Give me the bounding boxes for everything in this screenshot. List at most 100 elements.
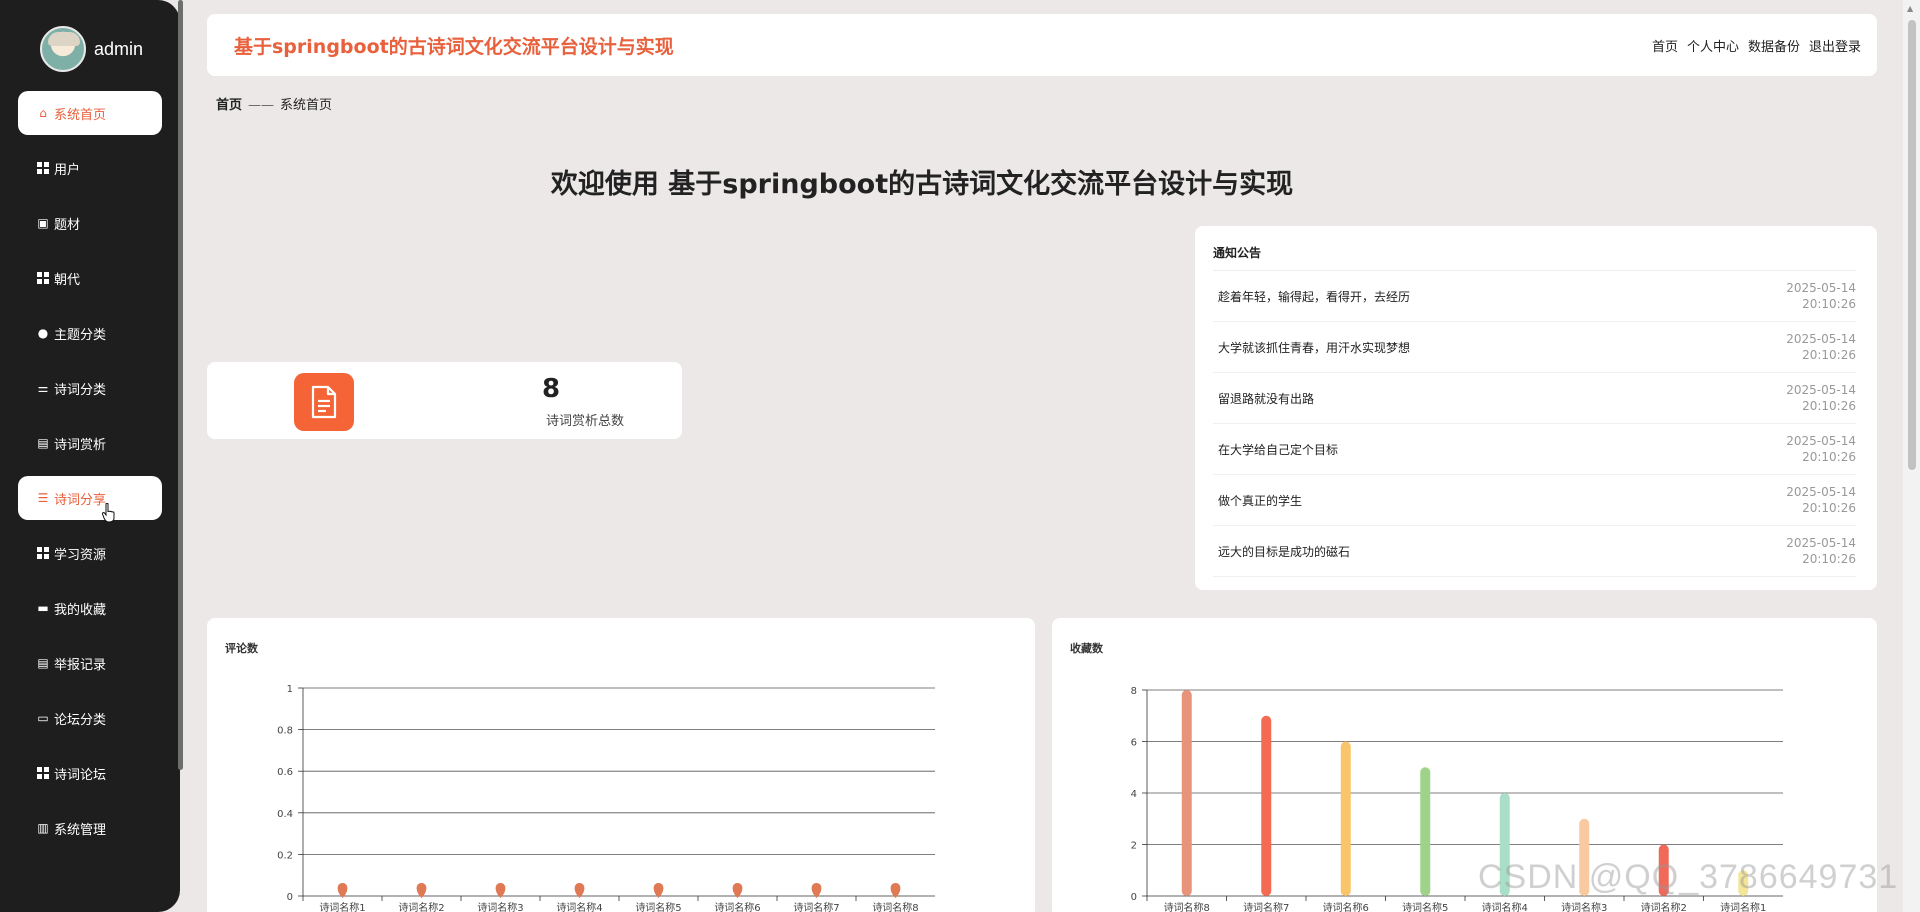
x-tick-label: 诗词名称6 [1323,901,1369,912]
sidebar: admin ⌂ 系统首页用户 ▣ 题材朝代 ● 主题分类 ⚌ 诗词分类 ▤ 诗词赏析 ☰ 诗词分享学习… [0,0,183,912]
x-tick-label: 诗词名称4 [556,901,602,912]
stat-value: 8 [542,374,561,404]
notice-clock: 20:10:26 [1802,297,1856,311]
notice-date: 2025-05-14 [1786,281,1856,295]
sidebar-item-label: 用户 [54,162,81,178]
grid-icon [36,271,50,285]
y-tick-label: 8 [1131,686,1137,697]
sidebar-item-4[interactable]: ● 主题分类 [18,311,162,355]
notice-time: 2025-05-14 20:10:26 [1786,433,1856,465]
nav-profile[interactable]: 个人中心 [1687,36,1739,55]
notice-item[interactable]: 做个真正的学生 2025-05-14 20:10:26 [1213,475,1856,526]
x-tick-label: 诗词名称2 [398,901,444,912]
x-tick-label: 诗词名称8 [872,901,918,912]
nav-logout[interactable]: 退出登录 [1809,36,1861,55]
notice-clock: 20:10:26 [1802,501,1856,515]
notice-clock: 20:10:26 [1802,450,1856,464]
sidebar-item-0[interactable]: ⌂ 系统首页 [18,91,162,135]
sidebar-item-6[interactable]: ▤ 诗词赏析 [18,421,162,465]
sidebar-item-label: 朝代 [54,272,81,288]
nav-home[interactable]: 首页 [1652,36,1678,55]
sidebar-item-3[interactable]: 朝代 [18,256,162,300]
notice-time: 2025-05-14 20:10:26 [1786,331,1856,363]
notice-list: 趁着年轻，输得起，看得开，去经历 2025-05-14 20:10:26 大学就该抓住… [1213,271,1856,577]
avatar[interactable] [40,26,86,72]
page-scroll-thumb[interactable] [1908,20,1916,470]
x-tick-label: 诗词名称7 [1243,901,1289,912]
x-tick-label: 诗词名称8 [1164,901,1210,912]
x-tick-label: 诗词名称1 [319,901,365,912]
notice-date: 2025-05-14 [1786,536,1856,550]
notice-clock: 20:10:26 [1802,399,1856,413]
sidebar-scroll-thumb[interactable] [178,0,183,770]
notice-item[interactable]: 远大的目标是成功的磁石 2025-05-14 20:10:26 [1213,526,1856,577]
x-tick-label: 诗词名称6 [714,901,760,912]
nav-backup[interactable]: 数据备份 [1748,36,1800,55]
notice-panel: 通知公告 趁着年轻，输得起，看得开，去经历 2025-05-14 20:10:26 大… [1195,226,1877,590]
sidebar-item-7[interactable]: ☰ 诗词分享 [18,476,162,520]
bulb-icon: ● [37,326,49,340]
sidebar-item-label: 论坛分类 [54,712,107,728]
bar[interactable] [1420,767,1431,896]
notice-date: 2025-05-14 [1786,434,1856,448]
list-icon: ☰ [37,491,49,505]
sidebar-item-label: 题材 [54,217,81,233]
sidebar-item-9[interactable]: ▬ 我的收藏 [18,586,162,630]
sidebar-item-10[interactable]: ▤ 举报记录 [18,641,162,685]
sidebar-item-11[interactable]: ▭ 论坛分类 [18,696,162,740]
breadcrumb-separator: —— [248,98,275,113]
grid-icon [36,161,50,175]
clipboard-icon: ▤ [37,656,49,670]
notice-text: 留退路就没有出路 [1218,391,1315,406]
stat-label: 诗词赏析总数 [545,414,624,429]
stat-card: 8 诗词赏析总数 [207,362,682,439]
notice-text: 在大学给自己定个目标 [1218,442,1339,457]
sidebar-item-2[interactable]: ▣ 题材 [18,201,162,245]
sidebar-item-label: 主题分类 [54,327,107,343]
page-scrollbar[interactable]: ▲ [1903,0,1920,912]
bar[interactable] [1181,690,1192,896]
notice-text: 趁着年轻，输得起，看得开，去经历 [1218,289,1411,304]
x-tick-label: 诗词名称5 [635,901,681,912]
notice-clock: 20:10:26 [1802,552,1856,566]
scroll-up-icon[interactable]: ▲ [1907,4,1913,13]
y-tick-label: 6 [1131,738,1137,749]
notice-item[interactable]: 大学就该抓住青春，用汗水实现梦想 2025-05-14 20:10:26 [1213,322,1856,373]
y-tick-label: 0 [1131,892,1137,903]
sidebar-item-label: 我的收藏 [54,602,107,618]
y-tick-label: 0 [287,892,293,903]
notice-title: 通知公告 [1213,226,1856,271]
sidebar-item-8[interactable]: 学习资源 [18,531,162,575]
image-icon: ▣ [37,216,49,230]
clipboard-icon: ▤ [37,436,49,450]
sidebar-item-label: 系统管理 [54,822,107,838]
sidebar-item-12[interactable]: 诗词论坛 [18,751,162,795]
notice-date: 2025-05-14 [1786,332,1856,346]
y-tick-label: 0.6 [277,767,293,778]
notice-time: 2025-05-14 20:10:26 [1786,535,1856,567]
notice-item[interactable]: 在大学给自己定个目标 2025-05-14 20:10:26 [1213,424,1856,475]
breadcrumb: 首页 —— 系统首页 [216,94,332,113]
header-nav: 首页 个人中心 数据备份 退出登录 [1652,36,1861,55]
grid-icon [36,766,50,780]
sidebar-item-5[interactable]: ⚌ 诗词分类 [18,366,162,410]
welcome-heading: 欢迎使用 基于springboot的古诗词文化交流平台设计与实现 [550,169,1294,200]
sidebar-item-1[interactable]: 用户 [18,146,162,190]
bar[interactable] [1261,715,1272,896]
notice-item[interactable]: 留退路就没有出路 2025-05-14 20:10:26 [1213,373,1856,424]
site-title: 基于springboot的古诗词文化交流平台设计与实现 [234,35,674,58]
notice-item[interactable]: 趁着年轻，输得起，看得开，去经历 2025-05-14 20:10:26 [1213,271,1856,322]
user-profile[interactable]: admin [40,26,143,72]
top-header: 基于springboot的古诗词文化交流平台设计与实现 首页 个人中心 数据备份… [207,14,1877,76]
x-tick-label: 诗词名称1 [1720,901,1766,912]
briefcase-icon: ▬ [37,601,49,615]
monitor-icon: ▭ [37,711,49,725]
sidebar-item-13[interactable]: ▥ 系统管理 [18,806,162,850]
sidebar-item-label: 诗词分享 [54,492,107,508]
sidebar-item-label: 举报记录 [54,657,107,673]
breadcrumb-home[interactable]: 首页 [216,98,242,113]
y-tick-label: 0.4 [277,809,293,820]
username: admin [94,38,144,59]
bar[interactable] [1340,741,1351,897]
sidebar-scrollbar[interactable] [178,0,184,780]
